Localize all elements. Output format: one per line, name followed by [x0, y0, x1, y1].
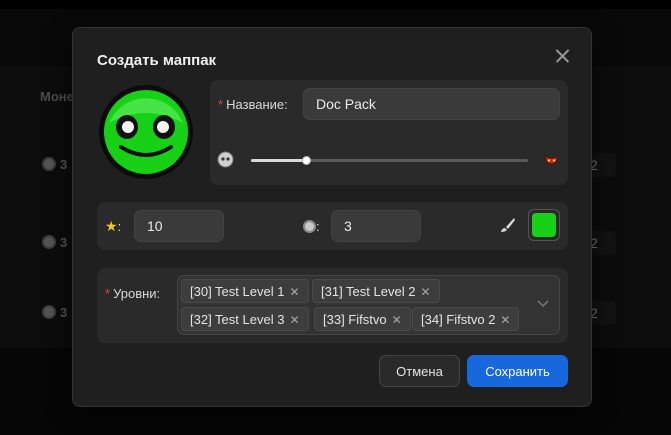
level-tag-label: [33] Fifstvo [323, 312, 387, 327]
close-icon[interactable] [551, 44, 575, 68]
coin-icon [303, 220, 316, 233]
name-input[interactable]: Doc Pack [303, 88, 560, 120]
level-tag: [31] Test Level 2 ✕ [312, 279, 440, 303]
demon-icon [544, 153, 559, 165]
level-tag-label: [32] Test Level 3 [190, 312, 285, 327]
easy-face-icon [217, 151, 234, 168]
difficulty-slider-fill [251, 159, 307, 162]
remove-tag-icon[interactable]: ✕ [500, 313, 510, 327]
remove-tag-icon[interactable]: ✕ [289, 313, 299, 327]
paint-brush-icon [501, 218, 515, 232]
name-label-wrap: * Название: [218, 96, 288, 114]
dialog-title: Создать маппак [97, 52, 217, 69]
level-tag: [34] Fifstvo 2 ✕ [412, 307, 520, 331]
mappack-icon-preview [99, 85, 193, 179]
difficulty-slider[interactable] [251, 156, 528, 165]
stars-label-wrap: ★: [105, 218, 121, 235]
coins-label: : [316, 219, 320, 234]
level-tag-label: [34] Fifstvo 2 [421, 312, 496, 327]
star-icon: ★ [105, 218, 118, 234]
required-marker: * [105, 286, 111, 301]
color-swatch [532, 213, 556, 237]
required-marker: * [218, 97, 224, 112]
stars-label: : [117, 219, 122, 234]
level-tag: [32] Test Level 3 ✕ [181, 307, 309, 331]
cancel-button[interactable]: Отмена [379, 355, 460, 387]
levels-label: Уровни: [113, 286, 161, 301]
coins-input[interactable]: 3 [331, 210, 421, 242]
create-mappack-dialog: Создать маппак * Название: Doc Pack ★: 10… [72, 27, 592, 407]
stars-input[interactable]: 10 [134, 210, 224, 242]
name-label: Название: [226, 97, 288, 112]
level-tag: [33] Fifstvo ✕ [314, 307, 411, 331]
color-picker[interactable] [528, 209, 560, 241]
levels-label-wrap: * Уровни: [105, 285, 160, 303]
level-tag: [30] Test Level 1 ✕ [181, 279, 309, 303]
level-tag-label: [30] Test Level 1 [190, 284, 285, 299]
remove-tag-icon[interactable]: ✕ [420, 285, 430, 299]
remove-tag-icon[interactable]: ✕ [392, 313, 402, 327]
save-button[interactable]: Сохранить [467, 355, 568, 387]
level-tag-label: [31] Test Level 2 [321, 284, 416, 299]
chevron-down-icon[interactable] [537, 300, 549, 308]
coins-label-wrap: : [303, 218, 320, 236]
remove-tag-icon[interactable]: ✕ [289, 285, 299, 299]
